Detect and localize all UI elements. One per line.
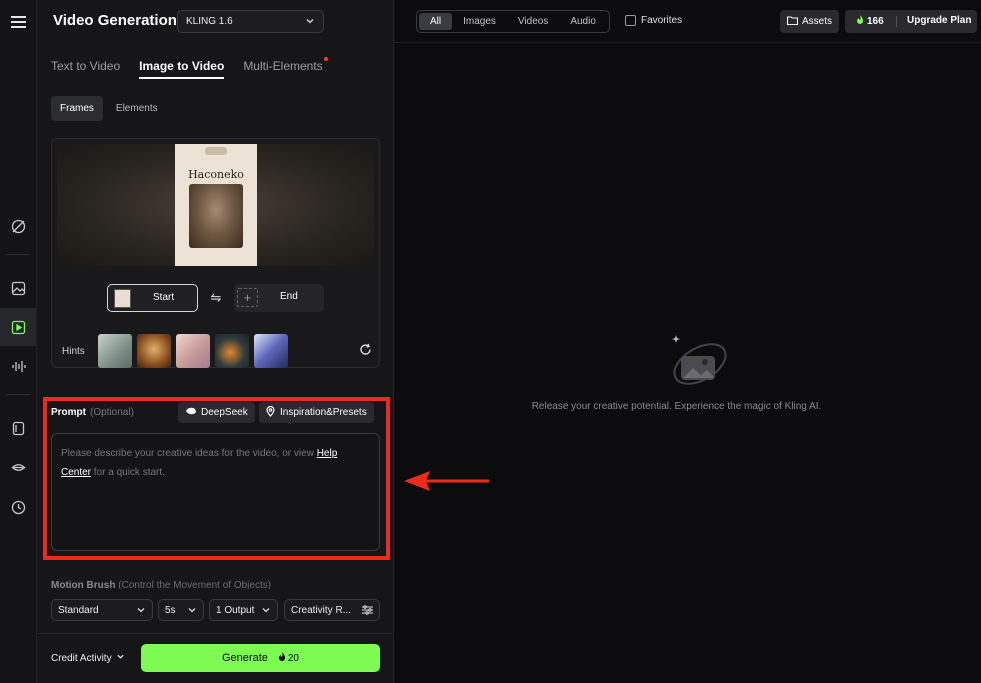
motion-brush-hint: (Control the Movement of Objects) (118, 580, 272, 589)
mode-tabs: Text to Video Image to Video Multi-Eleme… (51, 57, 342, 79)
generation-panel: Video Generation KLING 1.6 Text to Video… (37, 0, 394, 683)
credit-flame-icon (278, 651, 286, 665)
mode-select-value: Standard (58, 604, 99, 616)
empty-state-message: Release your creative potential. Experie… (531, 401, 822, 412)
sliders-icon (362, 605, 373, 618)
start-end-row: Start ⇋ + End (107, 284, 324, 312)
cat-photo (189, 184, 243, 248)
favorites-label: Favorites (641, 15, 683, 26)
frames-card: Haconeko Start ⇋ + End Hints (51, 138, 380, 368)
mode-select[interactable]: Standard (51, 599, 153, 621)
favorites-checkbox[interactable]: Favorites (625, 15, 682, 26)
filter-audio[interactable]: Audio (559, 13, 607, 30)
hint-thumbnail[interactable] (215, 334, 249, 368)
credit-flame-icon (856, 15, 864, 28)
duration-select[interactable]: 5s (158, 599, 204, 621)
chevron-down-icon (136, 605, 146, 618)
start-frame-thumbnail (114, 289, 131, 308)
chevron-down-icon (116, 652, 125, 664)
filter-images[interactable]: Images (452, 13, 507, 30)
image-generation-icon[interactable] (7, 277, 29, 299)
tab-multi-elements[interactable]: Multi-Elements (243, 57, 328, 79)
credits-value: 166 (867, 16, 884, 27)
generate-cost: 20 (278, 651, 299, 665)
left-rail (0, 0, 37, 683)
annotation-arrow (404, 470, 490, 497)
filter-videos[interactable]: Videos (507, 13, 559, 30)
credits-divider (896, 16, 897, 27)
output-count-value: 1 Output (216, 604, 255, 616)
model-select[interactable]: KLING 1.6 (177, 10, 324, 33)
hints-row: Hints (62, 334, 372, 368)
lip-sync-icon[interactable] (7, 456, 29, 478)
audio-icon[interactable] (7, 355, 29, 377)
chevron-down-icon (187, 605, 197, 618)
output-count-select[interactable]: 1 Output (209, 599, 278, 621)
rail-divider (6, 254, 30, 255)
rail-divider (6, 394, 30, 395)
credit-activity-button[interactable]: Credit Activity (51, 652, 125, 664)
creativity-label: Creativity R... (291, 604, 352, 616)
hint-thumbnail[interactable] (137, 334, 171, 368)
credit-activity-label: Credit Activity (51, 652, 112, 664)
canvas-icon[interactable] (7, 417, 29, 439)
highlight-box (43, 397, 390, 560)
motion-brush-label: Motion Brush (51, 580, 116, 589)
tab-image-to-video[interactable]: Image to Video (139, 59, 225, 79)
assets-label: Assets (801, 16, 832, 27)
hints-label: Hints (62, 345, 85, 357)
assets-button[interactable]: Assets (780, 10, 839, 33)
credits-display[interactable]: 166 (856, 15, 884, 28)
empty-gallery-icon (671, 334, 729, 397)
end-frame-label: End (280, 291, 298, 302)
swap-frames-icon[interactable]: ⇋ (198, 290, 234, 306)
menu-icon[interactable] (7, 11, 29, 33)
generate-label: Generate (222, 652, 268, 664)
hint-thumbnail[interactable] (98, 334, 132, 368)
tab-multi-elements-label: Multi-Elements (243, 59, 323, 73)
product-label: Haconeko (188, 168, 244, 181)
checkbox-icon (625, 15, 636, 26)
hint-thumbnail[interactable] (176, 334, 210, 368)
history-icon[interactable] (7, 496, 29, 518)
generate-cost-value: 20 (287, 652, 299, 664)
filter-all[interactable]: All (419, 13, 453, 30)
start-frame-button[interactable]: Start (107, 284, 198, 312)
media-filter: All Images Videos Audio (416, 10, 610, 33)
refresh-icon[interactable] (359, 343, 372, 361)
generate-button[interactable]: Generate 20 (141, 644, 380, 672)
motion-brush-section: Motion Brush (Control the Movement of Ob… (51, 580, 271, 589)
subtab-elements[interactable]: Elements (107, 96, 167, 121)
duration-select-value: 5s (165, 604, 176, 616)
page-title: Video Generation (53, 12, 177, 29)
product-hanger (205, 147, 227, 155)
video-generation-icon[interactable] (0, 308, 36, 346)
chevron-down-icon (305, 16, 315, 29)
creativity-settings-button[interactable]: Creativity R... (284, 599, 380, 621)
start-frame-label: Start (153, 292, 175, 303)
new-indicator-dot (323, 57, 328, 61)
frame-subtabs: Frames Elements (51, 96, 167, 121)
model-select-value: KLING 1.6 (186, 16, 233, 27)
subtab-frames[interactable]: Frames (51, 96, 103, 121)
chevron-down-icon (261, 605, 271, 618)
results-toolbar: All Images Videos Audio Favorites Assets… (394, 0, 981, 43)
tab-text-to-video[interactable]: Text to Video (51, 59, 120, 79)
results-area: All Images Videos Audio Favorites Assets… (394, 0, 981, 683)
end-frame-button[interactable]: + End (234, 284, 324, 312)
footer-divider (37, 633, 394, 634)
credits-plan-group: 166 Upgrade Plan (845, 10, 977, 33)
hint-thumbnail[interactable] (254, 334, 288, 368)
image-preview[interactable]: Haconeko (57, 144, 374, 266)
uploaded-image: Haconeko (175, 144, 257, 266)
upgrade-plan-button[interactable]: Upgrade Plan (907, 15, 971, 26)
explore-icon[interactable] (7, 215, 29, 237)
add-icon: + (237, 288, 258, 307)
folder-icon (786, 15, 799, 28)
